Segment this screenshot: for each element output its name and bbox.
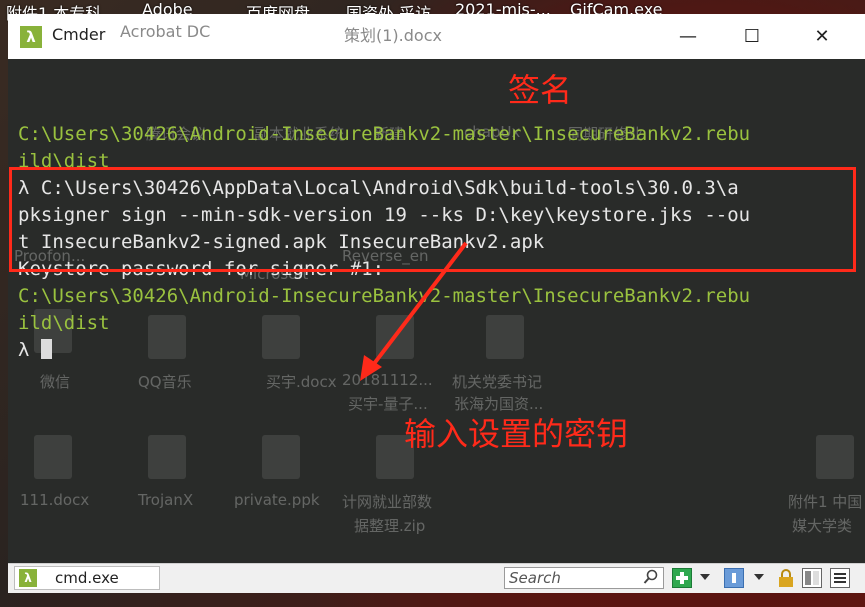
console-pane[interactable]: 微信 QQ音乐 买宇.docx 20181112... 机关党委书记 买宇-量子…: [8, 59, 865, 563]
console-line-path: ild\dist: [18, 312, 110, 334]
search-icon[interactable]: [643, 569, 659, 585]
annotation-key: 输入设置的密钥: [404, 415, 629, 453]
console-line-path: C:\Users\30426\Android-InsecureBankv2-ma…: [18, 123, 751, 145]
close-button[interactable]: ✕: [800, 22, 844, 52]
desktop-ghost-label: 策划(1).docx: [344, 26, 442, 45]
desktop-ghost-label: 据整理.zip: [354, 517, 426, 535]
cmder-lambda-icon: λ: [20, 26, 42, 48]
lock-button[interactable]: [776, 568, 796, 588]
desktop-ghost-label: 附件1 中国: [788, 493, 863, 511]
chevron-down-icon[interactable]: [700, 574, 710, 580]
chevron-down-icon[interactable]: [754, 574, 764, 580]
desktop-ghost-label: 微信: [40, 373, 71, 391]
word-doc-icon: [34, 435, 72, 479]
minimize-button[interactable]: —: [666, 22, 710, 52]
split-icon: [805, 571, 819, 585]
split-view-button[interactable]: [802, 568, 822, 588]
search-placeholder: Search: [509, 569, 561, 587]
cmder-lambda-icon: λ: [19, 569, 37, 587]
word-doc-icon: [816, 435, 854, 479]
menu-button[interactable]: [830, 568, 850, 588]
console-prompt: λ: [18, 339, 41, 361]
desktop-ghost-label: Acrobat DC: [120, 22, 211, 41]
text-cursor: [40, 339, 52, 359]
plus-icon: [676, 572, 688, 584]
list-icon: [732, 573, 736, 583]
desktop-ghost-label: 媒大学类: [792, 517, 853, 535]
desktop-ghost-label: 111.docx: [20, 491, 90, 509]
arrow-annotation: [360, 241, 468, 381]
window-title: Cmder: [52, 25, 106, 44]
desktop-ghost-label: TrojanX: [138, 491, 194, 509]
annotation-sign: 签名: [508, 71, 573, 109]
desktop-ghost-label: 买宇.docx: [266, 373, 337, 391]
status-bar: λ cmd.exe Search: [8, 563, 865, 593]
menu-icon: [834, 573, 846, 583]
console-tab[interactable]: λ cmd.exe: [14, 566, 160, 590]
desktop-ghost-label: 计网就业部数: [342, 493, 433, 511]
console-list-button[interactable]: [724, 568, 744, 588]
new-console-button[interactable]: [672, 568, 692, 588]
file-icon: [148, 435, 186, 479]
maximize-button[interactable]: ☐: [730, 22, 774, 52]
file-icon: [262, 435, 300, 479]
cmder-window: λ Cmder Acrobat DC 策划(1).docx — ☐ ✕ 微信 Q…: [8, 14, 865, 593]
search-input[interactable]: Search: [504, 567, 664, 589]
title-bar[interactable]: λ Cmder Acrobat DC 策划(1).docx — ☐ ✕: [8, 14, 865, 59]
lock-icon: [779, 569, 793, 587]
tab-label: cmd.exe: [55, 569, 119, 587]
desktop-ghost-label: private.ppk: [234, 491, 320, 509]
desktop-ghost-label: QQ音乐: [138, 373, 192, 391]
